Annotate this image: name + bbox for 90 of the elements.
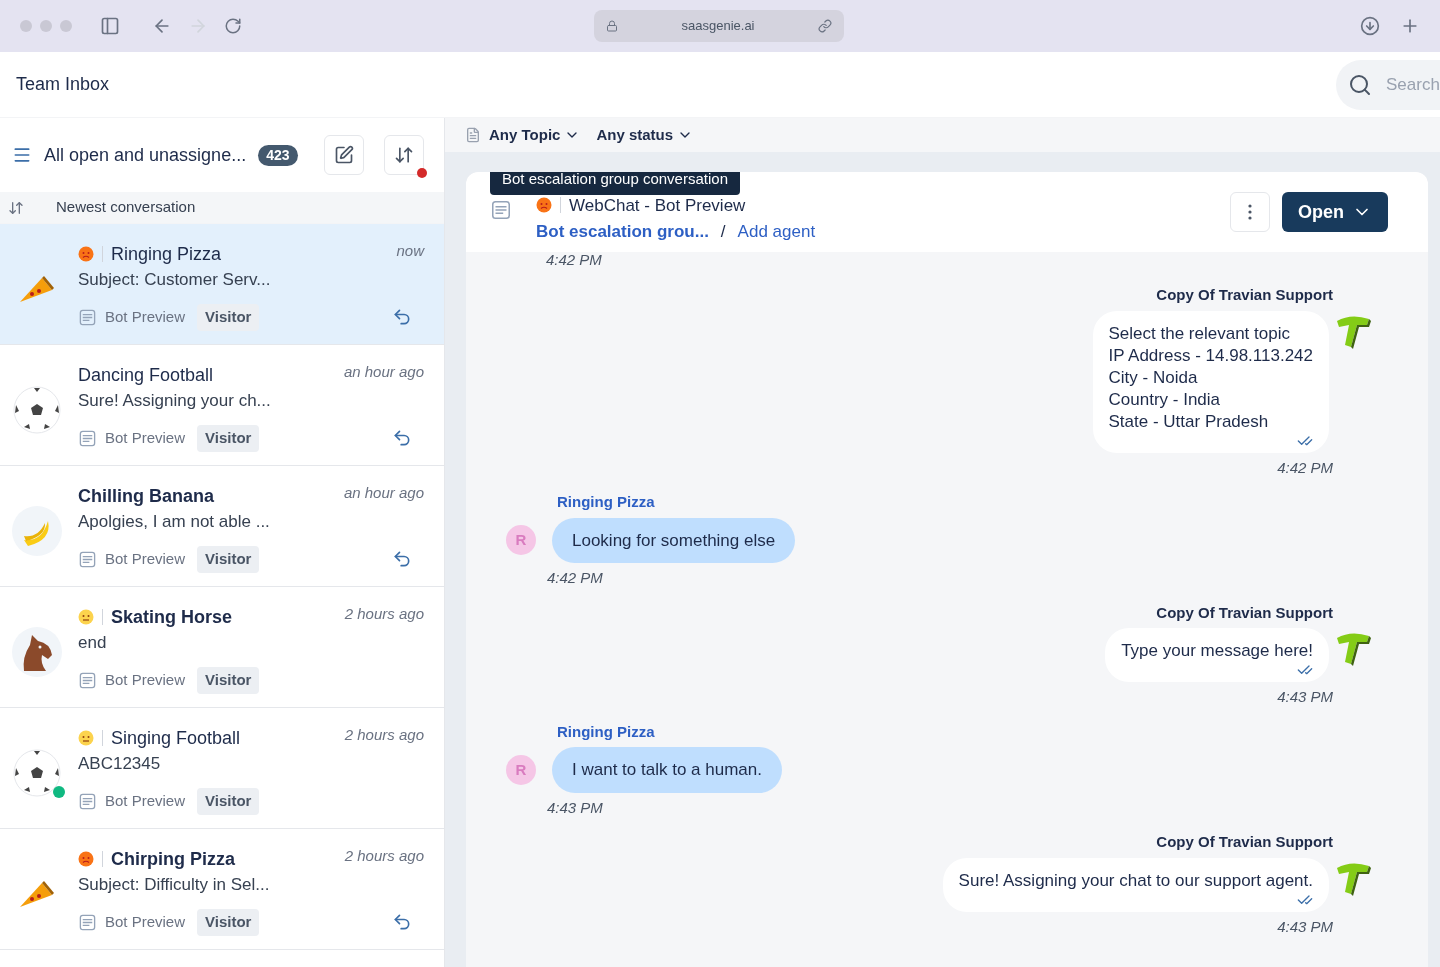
- search-field[interactable]: Search: [1336, 59, 1440, 110]
- compose-button[interactable]: [324, 135, 364, 175]
- document-icon: [78, 307, 97, 327]
- contact-name: Skating Horse: [111, 605, 233, 629]
- contact-name: Dancing Football: [78, 363, 214, 387]
- message-preview: Sure! Assigning your ch...: [78, 390, 272, 412]
- message-time: 4:43 PM: [547, 797, 604, 818]
- sort-button[interactable]: [384, 135, 424, 175]
- breadcrumb-separator: /: [720, 221, 726, 244]
- sender-name: Ringing Pizza: [557, 492, 656, 512]
- message-line: IP Address - 14.98.113.242: [1108, 344, 1313, 367]
- channel-label: Bot Preview: [105, 791, 186, 811]
- sort-icon: [8, 199, 24, 216]
- sender-name: Copy Of Travian Support: [1156, 602, 1333, 623]
- visitor-tag: Visitor: [197, 425, 260, 452]
- page-title: Team Inbox: [16, 73, 110, 96]
- message-line: Country - India: [1108, 388, 1222, 411]
- sender-name: Copy Of Travian Support: [1156, 832, 1333, 852]
- reload-icon[interactable]: [224, 17, 242, 35]
- sort-bar[interactable]: Newest conversation: [0, 192, 444, 224]
- visitor-tag: Visitor: [197, 304, 260, 331]
- contact-name: Ringing Pizza: [111, 242, 222, 266]
- group-link[interactable]: Bot escalation grou...: [536, 219, 709, 245]
- edit-icon: [334, 145, 354, 165]
- visitor-tag: Visitor: [197, 546, 260, 573]
- sender-name: Ringing Pizza: [557, 721, 656, 742]
- message-line: I want to talk to a human.: [572, 759, 762, 781]
- filter-dropdown[interactable]: Any status: [596, 123, 694, 147]
- visitor-tag: Visitor: [197, 788, 260, 815]
- sort-label: Newest conversation: [56, 197, 196, 218]
- topic-icon: [465, 127, 481, 143]
- document-icon: [78, 670, 97, 690]
- add-agent-link[interactable]: Add agent: [737, 219, 816, 245]
- message-time: 4:42 PM: [547, 568, 604, 588]
- url-text: saasgenie.ai: [680, 17, 756, 36]
- download-icon[interactable]: [1360, 16, 1380, 36]
- sort-icon: [394, 145, 414, 165]
- message-preview: Subject: Customer Serv...: [78, 269, 272, 291]
- conversation-time: an hour ago: [343, 483, 425, 503]
- contact-name: Singing Football: [111, 726, 241, 750]
- channel-label: Bot Preview: [105, 428, 186, 448]
- message-time: 4:43 PM: [1277, 687, 1333, 707]
- count-badge: 423: [258, 144, 298, 166]
- message-line: Looking for something else: [572, 529, 776, 552]
- contact-name: Chirping Pizza: [111, 847, 235, 871]
- visitor-tag: Visitor: [197, 667, 260, 694]
- message-line: Sure! Assigning your chat to our support agent.: [958, 869, 1313, 892]
- menu-icon[interactable]: [12, 145, 32, 165]
- filter-dropdown[interactable]: Any Topic: [489, 123, 581, 147]
- tooltip: Bot escalation group conversation: [490, 172, 740, 195]
- channel-label: Bot Preview: [105, 912, 186, 932]
- message-preview: Apolgies, I am not able ...: [78, 511, 271, 533]
- channel-label: Bot Preview: [105, 670, 186, 690]
- message-line: City - Noida: [1108, 366, 1199, 389]
- message-preview: ABC12345: [78, 753, 162, 775]
- document-icon: [490, 199, 512, 221]
- document-icon: [78, 912, 97, 932]
- sidebar-icon[interactable]: [100, 16, 120, 36]
- message-time: 4:43 PM: [1277, 916, 1333, 937]
- document-icon: [78, 428, 97, 448]
- conversation-title: WebChat - Bot Preview: [569, 194, 746, 217]
- more-icon: [1248, 204, 1252, 220]
- lock-icon: [606, 20, 618, 32]
- message-time: 4:42 PM: [546, 251, 602, 268]
- contact-name: Chilling Banana: [78, 484, 214, 508]
- link-icon[interactable]: [818, 19, 832, 33]
- message-time: 4:42 PM: [1277, 457, 1333, 478]
- inbox-filter[interactable]: All open and unassigne...: [44, 141, 247, 169]
- search-icon: [1348, 72, 1372, 97]
- channel-label: Bot Preview: [105, 549, 186, 569]
- status-button[interactable]: Open: [1282, 192, 1388, 232]
- conversation-time: now: [396, 241, 426, 261]
- visitor-tag: Visitor: [197, 909, 260, 936]
- conversation-item[interactable]: Ringing Pizza now Subject: Customer Serv... Bot Preview Visitor: [0, 224, 444, 345]
- visitor-avatar: R: [506, 525, 536, 556]
- message-line: Select the relevant topic: [1108, 322, 1291, 345]
- message-preview: end: [78, 632, 108, 654]
- message-line: Type your message here!: [1121, 640, 1313, 662]
- conversation-time: an hour ago: [343, 362, 425, 382]
- document-icon: [78, 791, 97, 811]
- sender-name: Copy Of Travian Support: [1156, 285, 1333, 305]
- conversation-time: 2 hours ago: [344, 604, 425, 624]
- conversation-time: 2 hours ago: [344, 846, 425, 866]
- message-preview: Subject: Difficulty in Sel...: [78, 874, 271, 896]
- channel-label: Bot Preview: [105, 307, 186, 327]
- document-icon: [78, 549, 97, 569]
- address-bar[interactable]: saasgenie.ai: [594, 10, 844, 42]
- message-line: State - Uttar Pradesh: [1108, 410, 1270, 433]
- conversation-time: 2 hours ago: [344, 725, 425, 745]
- visitor-avatar: R: [506, 754, 536, 785]
